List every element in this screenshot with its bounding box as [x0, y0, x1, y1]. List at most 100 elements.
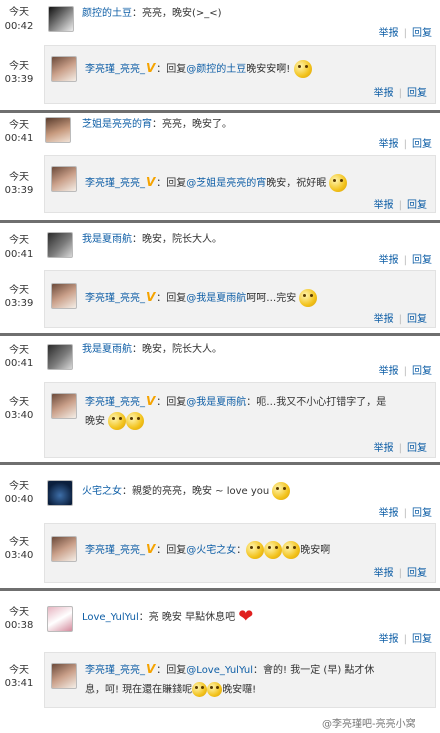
reply-row: 李亮瑾_亮亮_V：回复@我是夏雨航：呃…我又不小心打错字了，是 晚安 举报 | 回复	[44, 382, 436, 458]
verified-badge-icon: V	[146, 542, 156, 556]
reply-link[interactable]: 回复	[407, 314, 427, 325]
verified-badge-icon: V	[146, 394, 156, 408]
reply-link[interactable]: 回复	[412, 366, 432, 377]
report-link[interactable]: 举报	[374, 314, 394, 325]
comment-author-link[interactable]: Love_YulYul	[82, 612, 139, 623]
avatar[interactable]	[47, 232, 73, 258]
reply-row: 李亮瑾_亮亮_V：回复@颜控的土豆晚安安啊! 举报 | 回复	[44, 45, 436, 104]
comment-date: 今天	[9, 7, 29, 18]
avatar[interactable]	[51, 536, 77, 562]
reply-row: 李亮瑾_亮亮_V：回复@芝姐是亮亮的宵晚安，祝好眠 举报 | 回复	[44, 155, 436, 213]
avatar[interactable]	[51, 283, 77, 309]
report-link[interactable]: 举报	[379, 255, 399, 266]
reply-link[interactable]: 回复	[407, 568, 427, 579]
action-divider: |	[398, 314, 402, 325]
reply-text: ：呃…我又不小心打错字了，是	[246, 397, 387, 408]
avatar[interactable]	[51, 393, 77, 419]
report-link[interactable]: 举报	[379, 366, 399, 377]
reply-link[interactable]: 回复	[412, 634, 432, 645]
report-link[interactable]: 举报	[374, 568, 394, 579]
avatar[interactable]	[48, 6, 74, 32]
thread-divider	[0, 462, 440, 465]
reply-link[interactable]: 回复	[407, 88, 427, 99]
action-divider: |	[403, 255, 407, 266]
reply-time: 03:41	[4, 678, 34, 689]
comment-author-link[interactable]: 颜控的土豆	[82, 8, 132, 19]
smile-emoji-icon	[329, 174, 348, 192]
report-link[interactable]: 举报	[374, 200, 394, 211]
avatar[interactable]	[51, 166, 77, 192]
comment-time: 00:41	[4, 358, 34, 369]
reply-row: 李亮瑾_亮亮_V：回复@我是夏雨航呵呵…完安 举报 | 回复	[44, 270, 436, 328]
reply-time: 03:39	[4, 74, 34, 85]
reply-time: 03:40	[4, 410, 34, 421]
crying-emoji-icon	[108, 412, 127, 430]
report-link[interactable]: 举报	[379, 634, 399, 645]
reply-author-link[interactable]: 李亮瑾_亮亮_	[85, 397, 145, 408]
reply-link[interactable]: 回复	[412, 255, 432, 266]
report-link[interactable]: 举报	[374, 443, 394, 454]
reply-row: 李亮瑾_亮亮_V：回复@火宅之女： 晚安啊 举报 | 回复	[44, 523, 436, 583]
comment-text: ：晚安，院长大人。	[132, 234, 222, 245]
reply-text-after: 晚安囉!	[222, 684, 257, 696]
reply-time: 03:39	[4, 298, 34, 309]
reply-date: 今天	[9, 665, 29, 676]
comment-author-link[interactable]: 我是夏雨航	[82, 344, 132, 355]
grin-emoji-icon	[293, 60, 312, 78]
reply-author-link[interactable]: 李亮瑾_亮亮_	[85, 178, 145, 189]
comment-date: 今天	[9, 120, 29, 131]
sad-emoji-icon	[246, 541, 265, 559]
mention-link[interactable]: @芝姐是亮亮的宵	[186, 178, 266, 189]
sad-emoji-icon	[264, 541, 283, 559]
reply-text: 呵呵…完安	[246, 293, 297, 304]
mention-link[interactable]: @我是夏雨航	[186, 293, 246, 304]
content-emoji-icon	[299, 289, 318, 307]
action-divider: |	[403, 139, 407, 150]
verified-badge-icon: V	[146, 175, 156, 189]
comment-text: ：亮 晚安 早點休息吧	[138, 612, 236, 623]
reply-author-link[interactable]: 李亮瑾_亮亮_	[85, 665, 145, 676]
reply-prefix: ：回复	[156, 293, 187, 304]
action-divider: |	[398, 88, 402, 99]
thread-divider	[0, 110, 440, 113]
comment-time: 00:42	[4, 21, 34, 32]
reply-link[interactable]: 回复	[412, 28, 432, 39]
thread-divider	[0, 588, 440, 591]
action-divider: |	[403, 366, 407, 377]
comment-author-link[interactable]: 火宅之女	[82, 486, 122, 497]
avatar[interactable]	[47, 344, 73, 370]
comment-author-link[interactable]: 芝姐是亮亮的宵	[82, 119, 152, 130]
avatar[interactable]	[45, 117, 71, 143]
reply-text: 晚安安啊!	[246, 64, 291, 75]
reply-author-link[interactable]: 李亮瑾_亮亮_	[85, 293, 145, 304]
report-link[interactable]: 举报	[374, 88, 394, 99]
reply-link[interactable]: 回复	[412, 139, 432, 150]
report-link[interactable]: 举报	[379, 28, 399, 39]
reply-row: 李亮瑾_亮亮_V：回复@Love_YulYul：會的! 我一定 (早) 點才休 …	[44, 652, 436, 708]
reply-link[interactable]: 回复	[412, 508, 432, 519]
mention-link[interactable]: @我是夏雨航	[186, 397, 246, 408]
comment-time: 00:41	[4, 133, 34, 144]
mention-link[interactable]: @火宅之女	[186, 545, 236, 556]
mention-link[interactable]: @Love_YulYul	[186, 665, 253, 676]
comment-author-link[interactable]: 我是夏雨航	[82, 234, 132, 245]
verified-badge-icon: V	[146, 290, 156, 304]
report-link[interactable]: 举报	[379, 508, 399, 519]
comment-time: 00:41	[4, 249, 34, 260]
avatar[interactable]	[51, 56, 77, 82]
comment-text: ：亮亮，晚安了。	[152, 119, 232, 130]
comment-time: 00:40	[4, 494, 34, 505]
avatar[interactable]	[47, 606, 73, 632]
reply-link[interactable]: 回复	[407, 443, 427, 454]
reply-date: 今天	[9, 172, 29, 183]
report-link[interactable]: 举报	[379, 139, 399, 150]
reply-date: 今天	[9, 61, 29, 72]
reply-author-link[interactable]: 李亮瑾_亮亮_	[85, 545, 145, 556]
avatar[interactable]	[47, 480, 73, 506]
mention-link[interactable]: @颜控的土豆	[186, 64, 246, 75]
action-divider: |	[398, 568, 402, 579]
avatar[interactable]	[51, 663, 77, 689]
reply-link[interactable]: 回复	[407, 200, 427, 211]
reply-author-link[interactable]: 李亮瑾_亮亮_	[85, 64, 145, 75]
reply-text-line2: 息，呵! 現在還在賺錢呢	[85, 684, 193, 696]
